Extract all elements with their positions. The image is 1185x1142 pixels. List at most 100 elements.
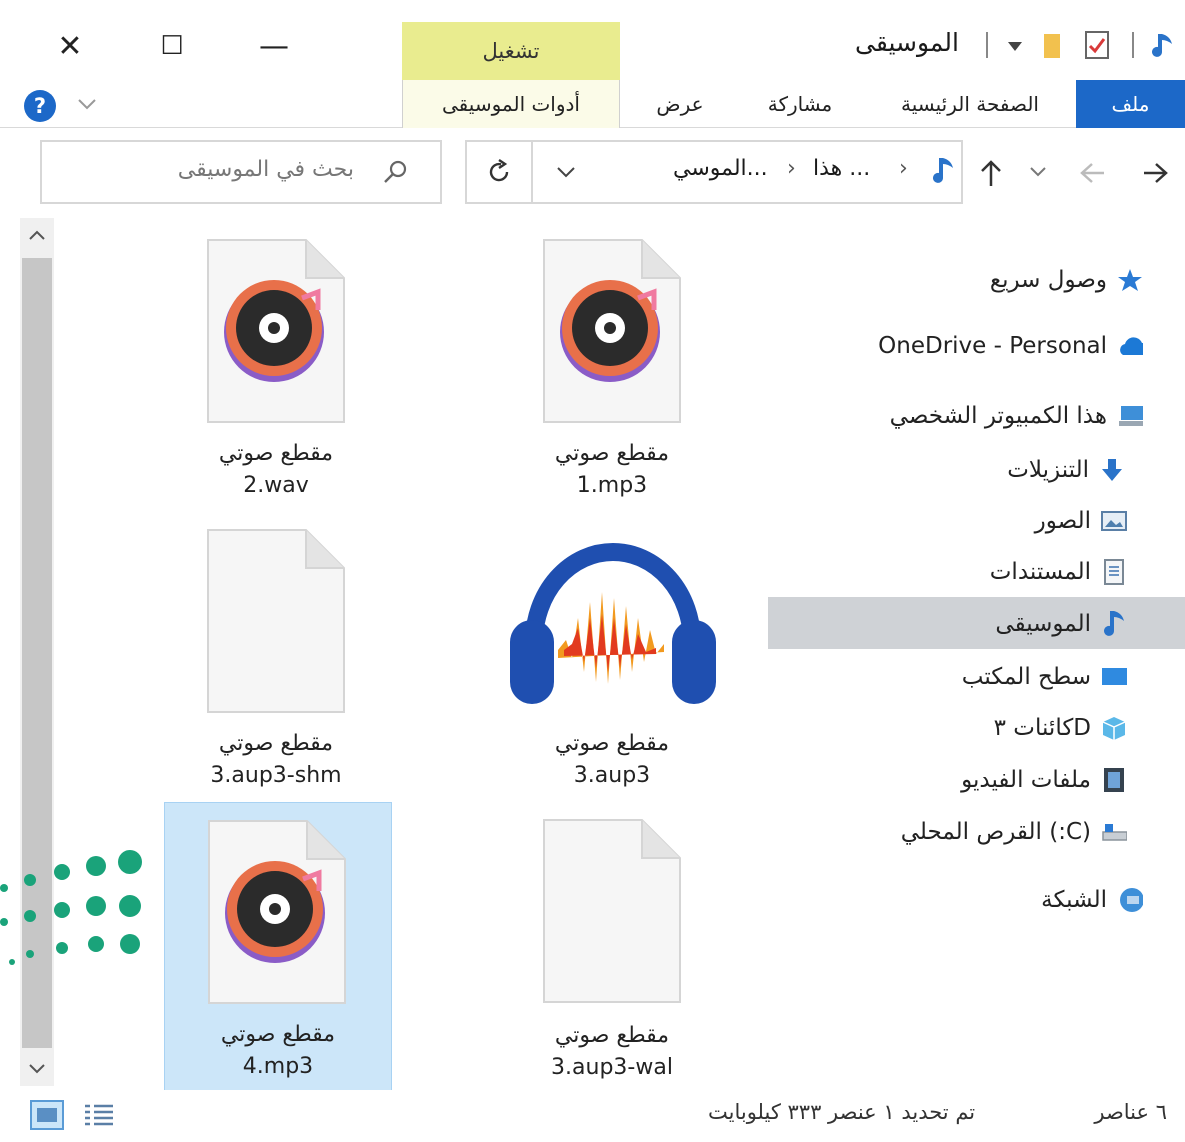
network-icon (1120, 888, 1143, 912)
nav-item-local-disk[interactable]: القرص المحلي (:C) (901, 808, 1127, 856)
nav-item-label: الصور (1034, 508, 1091, 534)
properties-icon[interactable] (1084, 30, 1112, 60)
nav-item-documents[interactable]: المستندات (990, 548, 1127, 596)
nav-item-label: وصول سريع (989, 267, 1107, 293)
star-icon (1118, 269, 1142, 291)
recent-locations-chevron-icon[interactable] (1028, 164, 1048, 180)
status-bar (0, 1090, 1185, 1142)
file-name: مقطع صوتي (220, 1022, 336, 1047)
file-item-selected[interactable]: مقطع صوتي 4.mp3 (164, 802, 392, 1092)
tab-share[interactable]: مشاركة (750, 80, 850, 128)
tab-view-label: عرض (656, 92, 704, 116)
tab-music-tools[interactable]: أدوات الموسيقى (402, 80, 620, 128)
nav-item-label: التنزيلات (1007, 457, 1089, 483)
nav-item-videos[interactable]: ملفات الفيديو (961, 756, 1127, 804)
file-name: مقطع صوتي (554, 731, 670, 756)
nav-item-label: كائنات ٣D (993, 715, 1091, 741)
nav-item-3d-objects[interactable]: كائنات ٣D (994, 704, 1127, 752)
file-extension: 1.mp3 (576, 473, 648, 498)
window-title: الموسيقى (855, 28, 959, 57)
search-icon (384, 160, 407, 183)
nav-item-this-pc[interactable]: هذا الكمبيوتر الشخصي (890, 392, 1143, 440)
vinyl-file-icon (543, 239, 681, 423)
nav-item-label: الشبكة (1041, 887, 1107, 913)
play-tab-label: تشغيل (482, 39, 540, 63)
maximize-icon: ☐ (160, 31, 184, 61)
maximize-button[interactable]: ☐ (142, 22, 202, 70)
nav-item-label: الموسيقى (995, 611, 1091, 637)
vinyl-file-icon (208, 820, 346, 1004)
breadcrumb-separator-icon: › (787, 156, 796, 181)
nav-item-pictures[interactable]: الصور (1035, 497, 1127, 545)
details-view-icon[interactable] (30, 1100, 64, 1130)
separator (986, 32, 988, 58)
customize-toolbar-icon[interactable] (1005, 38, 1025, 54)
close-icon: ✕ (57, 28, 83, 64)
file-item[interactable]: مقطع صوتي 1.mp3 (498, 228, 726, 513)
file-item[interactable]: مقطع صوتي 3.aup3-shm (162, 518, 390, 803)
address-bar[interactable]: › هذا ... › الموسي... (465, 140, 963, 204)
file-item[interactable]: مقطع صوتي 3.aup3 (498, 518, 726, 803)
music-note-icon (1152, 34, 1172, 57)
file-name: مقطع صوتي (554, 1023, 670, 1048)
file-name: مقطع صوتي (218, 441, 334, 466)
nav-item-label: سطح المكتب (961, 664, 1091, 690)
nav-item-music[interactable]: الموسيقى (995, 600, 1127, 648)
close-button[interactable]: ✕ (40, 22, 100, 70)
file-extension: 2.wav (243, 473, 309, 498)
tab-music-tools-label: أدوات الموسيقى (442, 92, 580, 116)
nav-item-downloads[interactable]: التنزيلات (1007, 446, 1125, 494)
new-folder-icon[interactable] (1042, 30, 1064, 60)
minimize-button[interactable]: — (244, 22, 304, 70)
search-placeholder: بحث في الموسيقى (177, 157, 354, 182)
file-item[interactable]: مقطع صوتي 2.wav (162, 228, 390, 513)
file-name: مقطع صوتي (554, 441, 670, 466)
blank-file-icon (207, 529, 345, 713)
tab-home[interactable]: الصفحة الرئيسية (880, 80, 1060, 128)
breadcrumb-separator-icon: › (899, 156, 908, 181)
drive-icon (1102, 824, 1127, 841)
selection-info: تم تحديد ١ عنصر ٣٣٣ كيلوبايت (708, 1100, 976, 1124)
computer-icon (1119, 406, 1143, 426)
vinyl-file-icon (207, 239, 345, 423)
forward-arrow-icon[interactable] (1078, 160, 1108, 186)
3d-objects-icon (1102, 717, 1126, 740)
scroll-up-arrow-icon[interactable] (27, 228, 47, 242)
up-arrow-icon[interactable] (978, 158, 1004, 188)
nav-item-label: ملفات الفيديو (961, 767, 1091, 793)
large-icons-view-icon[interactable] (82, 1102, 116, 1130)
tab-view[interactable]: عرض (640, 80, 720, 128)
breadcrumb-this-pc[interactable]: هذا ... (813, 156, 870, 181)
refresh-icon[interactable] (485, 158, 513, 186)
documents-icon (1104, 559, 1124, 585)
nav-item-onedrive[interactable]: OneDrive - Personal (878, 322, 1143, 370)
nav-item-label: المستندات (989, 559, 1091, 585)
scroll-down-arrow-icon[interactable] (27, 1062, 47, 1076)
breadcrumb-music[interactable]: الموسي... (673, 156, 768, 181)
address-dropdown-chevron-icon[interactable] (555, 164, 577, 180)
audacity-icon (510, 543, 716, 704)
back-arrow-icon[interactable] (1140, 160, 1170, 186)
search-input[interactable]: بحث في الموسيقى (40, 140, 442, 204)
nav-item-label: القرص المحلي (:C) (900, 819, 1091, 845)
pictures-icon (1101, 511, 1127, 531)
expand-ribbon-chevron-icon[interactable] (76, 96, 98, 112)
file-extension: 3.aup3-wal (551, 1055, 673, 1080)
nav-item-network[interactable]: الشبكة (1041, 876, 1143, 924)
minimize-icon: — (259, 28, 289, 64)
nav-item-label: OneDrive - Personal (878, 333, 1107, 359)
nav-item-quick-access[interactable]: وصول سريع (990, 256, 1143, 304)
download-icon (1102, 459, 1122, 481)
tab-file[interactable]: ملف (1076, 80, 1185, 128)
file-name: مقطع صوتي (218, 731, 334, 756)
tab-file-label: ملف (1111, 92, 1150, 116)
file-item[interactable]: مقطع صوتي 3.aup3-wal (498, 808, 726, 1093)
nav-item-desktop[interactable]: سطح المكتب (962, 653, 1127, 701)
file-extension: 3.aup3 (573, 763, 651, 788)
tab-share-label: مشاركة (767, 92, 833, 116)
music-note-icon (933, 158, 953, 183)
music-note-icon (1104, 611, 1124, 636)
play-contextual-tab[interactable]: تشغيل (402, 22, 620, 80)
help-button[interactable]: ? (24, 90, 56, 122)
blank-file-icon (543, 819, 681, 1003)
